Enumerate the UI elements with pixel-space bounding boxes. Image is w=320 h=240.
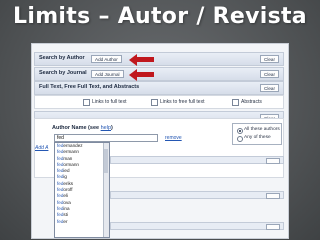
checkbox-label: Links to full text xyxy=(92,98,127,105)
remove-link[interactable]: remove xyxy=(165,135,182,141)
red-arrow-journal xyxy=(129,68,154,81)
author-name-title-close: ) xyxy=(111,125,113,131)
fulltext-options-row: Links to full text Links to free full te… xyxy=(34,95,284,109)
author-autocomplete-list[interactable]: federnandez federmann fedman fedormann f… xyxy=(54,142,110,238)
lower-bar-2 xyxy=(110,191,284,199)
radio-label: Any of these xyxy=(244,135,271,140)
journal-search-bar: Search by Journal Add Journal Clear xyxy=(34,67,284,81)
screenshot-panel: Search by Author Add Author Clear Search… xyxy=(31,43,289,239)
add-author-link[interactable]: Add A xyxy=(35,145,48,151)
lower-bar-3 xyxy=(110,222,284,230)
checkbox-links-full-text[interactable] xyxy=(83,99,90,106)
lower-bar-button[interactable] xyxy=(266,223,280,230)
slide-title: Limits – Autor / Revista xyxy=(13,4,307,29)
autocomplete-scrollbar[interactable] xyxy=(103,143,109,237)
lower-bar-1 xyxy=(110,156,284,164)
fulltext-clear-button[interactable]: Clear xyxy=(260,84,279,92)
radio-label: All these authors xyxy=(244,127,280,132)
journal-clear-button[interactable]: Clear xyxy=(260,70,279,78)
help-link[interactable]: help xyxy=(101,125,111,131)
fulltext-bar: Full Text, Free Full Text, and Abstracts… xyxy=(34,81,284,95)
checkbox-links-free-full-text[interactable] xyxy=(151,99,158,106)
autocomplete-item[interactable]: feder xyxy=(55,219,109,225)
checkbox-label: Abstracts xyxy=(241,98,262,105)
autocomplete-scrollbar-thumb[interactable] xyxy=(104,149,108,173)
author-match-options: All these authors Any of these xyxy=(232,123,282,145)
author-clear-button[interactable]: Clear xyxy=(260,55,279,63)
checkbox-label: Links to free full text xyxy=(160,98,205,105)
lower-bar-button[interactable] xyxy=(266,192,280,199)
author-name-input[interactable]: fed xyxy=(54,134,158,142)
author-search-label: Search by Author xyxy=(39,55,85,61)
radio-any-authors[interactable] xyxy=(237,136,243,142)
lower-bar-button[interactable] xyxy=(266,157,280,164)
add-journal-button[interactable]: Add Journal xyxy=(91,70,124,78)
author-search-bar: Search by Author Add Author Clear xyxy=(34,52,284,66)
author-name-title: Author Name (see xyxy=(52,125,100,131)
fulltext-label: Full Text, Free Full Text, and Abstracts xyxy=(39,84,140,90)
checkbox-abstracts[interactable] xyxy=(232,99,239,106)
radio-all-authors[interactable] xyxy=(237,128,243,134)
add-author-button[interactable]: Add Author xyxy=(91,55,122,63)
red-arrow-author xyxy=(129,53,154,66)
journal-search-label: Search by Journal xyxy=(39,70,87,76)
author-name-header: Author Name (see help) xyxy=(52,125,113,131)
